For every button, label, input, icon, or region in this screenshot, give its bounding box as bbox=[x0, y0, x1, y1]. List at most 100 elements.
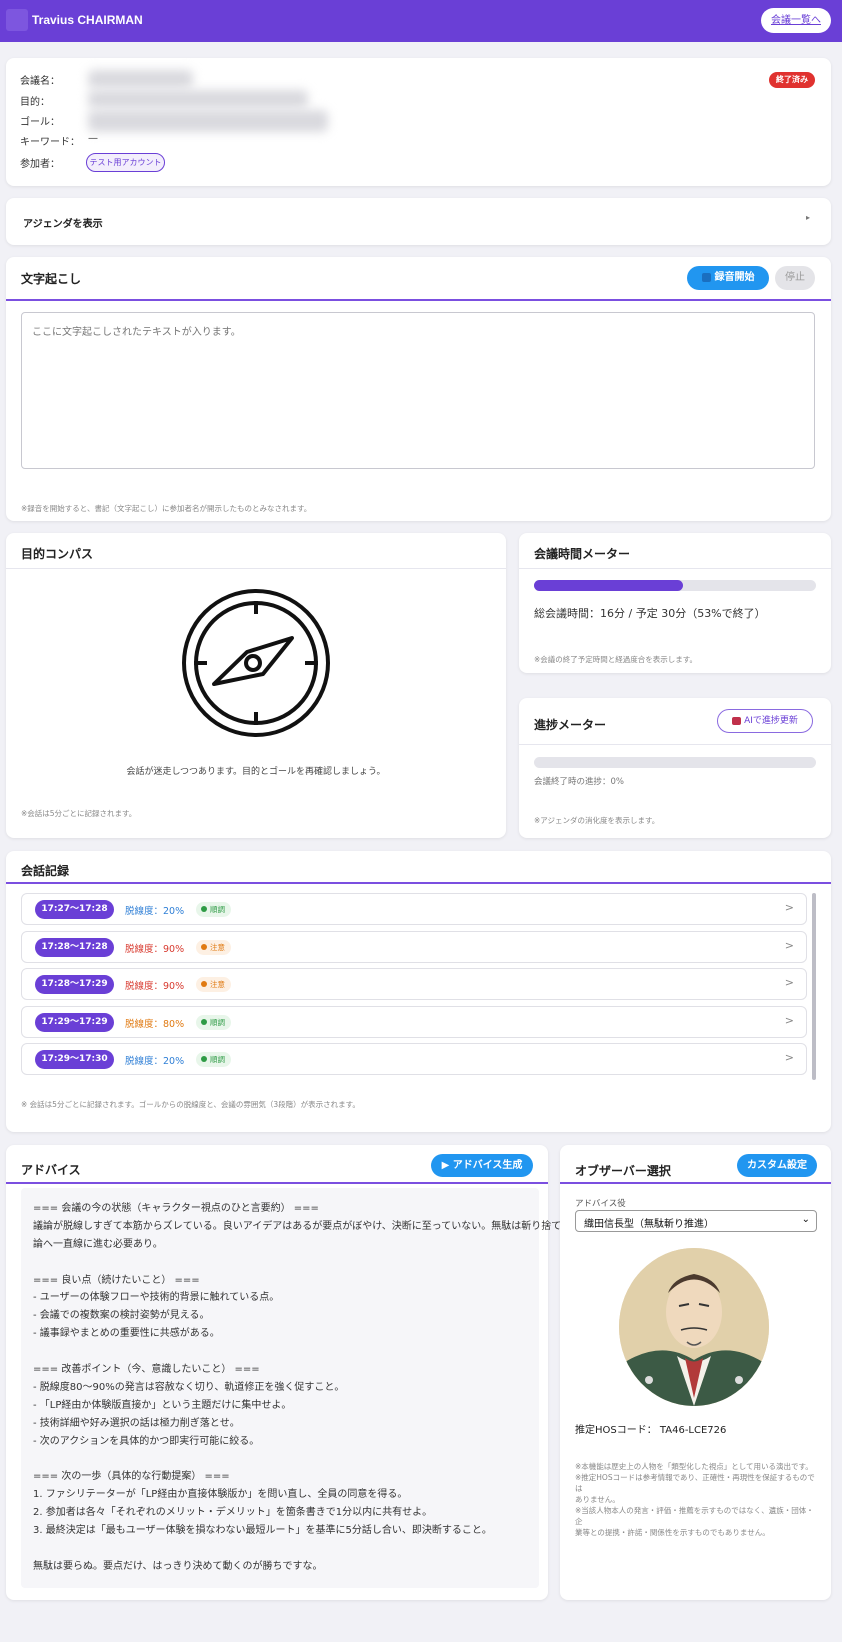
log-time-range: 17:29〜17:30 bbox=[35, 1050, 114, 1069]
compass-title: 目的コンパス bbox=[21, 547, 94, 561]
section-divider bbox=[560, 1182, 831, 1184]
progress-meter-note: ※アジェンダの消化度を表示します。 bbox=[534, 816, 660, 825]
redacted-goal bbox=[88, 110, 328, 132]
goal-label: ゴール： bbox=[20, 117, 60, 128]
observer-card: オブザーバー選択 カスタム設定 アドバイス役 織田信長型（無駄斬り推進） ⌄ 推… bbox=[560, 1145, 831, 1600]
log-time-range: 17:27〜17:28 bbox=[35, 900, 114, 919]
observer-disclaimer: ※本機能は歴史上の人物を「類型化した視点」として用いる演出です。 ※推定HOSコー… bbox=[575, 1461, 820, 1538]
log-row[interactable]: 17:29〜17:29 脱線度：80% 順調 > bbox=[21, 1005, 807, 1038]
advice-line bbox=[33, 1254, 527, 1272]
time-meter-card: 会議時間メーター 総会議時間：16分 / 予定 30分（53%で終了） ※会議の… bbox=[519, 533, 831, 673]
log-deviation: 脱線度：90% bbox=[125, 943, 185, 955]
generate-advice-button[interactable]: ▶ アドバイス生成 bbox=[431, 1154, 533, 1177]
log-time-range: 17:28〜17:28 bbox=[35, 937, 114, 957]
app-logo-icon bbox=[6, 9, 28, 31]
advice-line: 2. 参加者は各々「それぞれのメリット・デメリット」を箇条書きで1分以内に共有せ… bbox=[33, 1507, 433, 1519]
transcription-title: 文字起こし bbox=[21, 272, 82, 286]
observer-note-line: ありません。 bbox=[575, 1495, 620, 1504]
log-mood-badge: 順調 bbox=[196, 1052, 231, 1067]
advice-line: - 会議での複数案の検討姿勢が見える。 bbox=[33, 1310, 210, 1322]
log-deviation: 脱線度：90% bbox=[125, 981, 185, 992]
log-scrollbar[interactable] bbox=[812, 893, 816, 1080]
record-start-button[interactable]: 録音開始 bbox=[687, 266, 769, 290]
section-divider bbox=[519, 568, 831, 569]
advice-line: === 会議の今の状態（キャラクター視点のひと言要約） === bbox=[33, 1203, 319, 1214]
time-progress-bar bbox=[534, 580, 816, 591]
section-divider bbox=[6, 568, 506, 569]
observer-note-line: 業等との提携・許諾・関係性を示すものでもありません。 bbox=[575, 1528, 770, 1537]
ai-progress-update-button[interactable]: AIで進捗更新 bbox=[717, 709, 813, 733]
observer-note-line: ※本機能は歴史上の人物を「類型化した視点」として用いる演出です。 bbox=[575, 1462, 813, 1471]
purpose-label: 目的： bbox=[20, 97, 50, 108]
time-meter-note: ※会議の終了予定時間と経過度合を表示します。 bbox=[534, 655, 698, 664]
advice-line: 論へ一直線に進む必要あり。 bbox=[33, 1238, 163, 1250]
advice-role-label: アドバイス役 bbox=[575, 1199, 626, 1209]
purpose-compass-card: 目的コンパス 会話が迷走しつつあります。目的とゴールを再確認しましょう。 ※会話… bbox=[6, 533, 506, 838]
agenda-expand-icon: ▸ bbox=[806, 213, 811, 222]
time-meter-title: 会議時間メーター bbox=[534, 547, 631, 561]
compass-note: ※会話は5分ごとに記録されます。 bbox=[21, 809, 137, 818]
meeting-info-card: 会議名： 目的： ゴール： キーワード： 参加者： — テスト用アカウント 終了… bbox=[6, 58, 831, 186]
transcription-note: ※録音を開始すると、書記（文字起こし）に参加者名が開示したものとみなされます。 bbox=[21, 504, 312, 513]
advice-line: - 技術詳細や好み選択の話は極力削ぎ落とせ。 bbox=[33, 1417, 240, 1429]
log-time-range: 17:28〜17:29 bbox=[35, 975, 114, 994]
app-header: Travius CHAIRMAN 会議一覧へ bbox=[0, 0, 842, 42]
advice-title: アドバイス bbox=[21, 1163, 81, 1177]
agenda-label: アジェンダを表示 bbox=[23, 219, 103, 230]
stop-button[interactable]: 停止 bbox=[775, 266, 815, 290]
section-divider bbox=[6, 1182, 548, 1184]
keywords-label: キーワード： bbox=[20, 137, 80, 148]
chevron-right-icon: > bbox=[784, 1051, 794, 1064]
agenda-progress-bar bbox=[534, 757, 816, 768]
progress-meter-title: 進捗メーター bbox=[534, 718, 607, 732]
log-deviation: 脱線度：20% bbox=[125, 1056, 185, 1067]
meeting-name-label: 会議名： bbox=[20, 76, 60, 87]
redacted-purpose bbox=[88, 90, 308, 108]
advice-role-selected: 織田信長型（無駄斬り推進） bbox=[584, 1219, 714, 1230]
participant-chip: テスト用アカウント bbox=[86, 153, 165, 172]
back-to-list-button[interactable]: 会議一覧へ bbox=[761, 8, 831, 33]
participants-label: 参加者： bbox=[20, 159, 60, 170]
observer-note-line: ※当該人物本人の発言・評価・推薦を示すものではなく、遺族・団体・企 bbox=[575, 1506, 814, 1526]
record-start-label: 録音開始 bbox=[714, 272, 755, 283]
status-badge: 終了済み bbox=[769, 72, 815, 88]
log-mood-badge: 順調 bbox=[196, 1014, 231, 1030]
log-row[interactable]: 17:28〜17:29 脱線度：90% 注意 > bbox=[21, 968, 807, 1000]
observer-title: オブザーバー選択 bbox=[575, 1164, 671, 1178]
chevron-right-icon: > bbox=[784, 976, 794, 989]
transcription-textarea[interactable] bbox=[21, 312, 815, 469]
observer-note-line: ※推定HOSコードは参考情報であり、正確性・再現性を保証するものでは bbox=[575, 1473, 815, 1493]
microphone-icon bbox=[701, 272, 711, 282]
log-row[interactable]: 17:27〜17:28 脱線度：20% 順調 > bbox=[21, 893, 807, 925]
compass-icon bbox=[182, 589, 330, 737]
advice-line bbox=[33, 1540, 527, 1558]
estimated-hos-code: 推定HOSコード： TA46-LCE726 bbox=[575, 1425, 727, 1436]
log-mood-badge: 順調 bbox=[196, 902, 231, 917]
log-row[interactable]: 17:28〜17:28 脱線度：90% 注意 > bbox=[21, 930, 807, 963]
log-time-range: 17:29〜17:29 bbox=[35, 1012, 114, 1032]
chevron-down-icon: ⌄ bbox=[801, 1214, 810, 1225]
chevron-right-icon: > bbox=[784, 938, 794, 952]
advice-line: 1. ファシリテーターが「LP経由か直接体験版か」を問い直し、全員の同意を得る。 bbox=[33, 1489, 408, 1501]
section-divider bbox=[6, 882, 831, 884]
chevron-right-icon: > bbox=[784, 901, 794, 914]
log-row[interactable]: 17:29〜17:30 脱線度：20% 順調 > bbox=[21, 1043, 807, 1075]
section-divider bbox=[519, 744, 831, 745]
advice-line bbox=[33, 1450, 527, 1468]
conversation-log-card: 会話記録 17:27〜17:28 脱線度：20% 順調 >17:28〜17:28 脱線度… bbox=[6, 851, 831, 1132]
agenda-toggle[interactable]: アジェンダを表示 ▸ bbox=[6, 198, 831, 245]
advice-text-box: === 会議の今の状態（キャラクター視点のひと言要約） === 議論が脱線しすぎて… bbox=[21, 1188, 581, 1588]
advice-role-select[interactable]: 織田信長型（無駄斬り推進） ⌄ bbox=[575, 1210, 817, 1232]
custom-settings-button[interactable]: カスタム設定 bbox=[737, 1154, 817, 1177]
app-title: Travius CHAIRMAN bbox=[32, 13, 143, 27]
time-summary: 総会議時間：16分 / 予定 30分（53%で終了） bbox=[534, 607, 766, 620]
transcription-card: 文字起こし 録音開始 停止 ※録音を開始すると、書記（文字起こし）に参加者名が開… bbox=[6, 257, 831, 521]
advice-line: 無駄は要らぬ。要点だけ、はっきり決めて動くのが勝ちですな。 bbox=[33, 1560, 323, 1572]
log-deviation: 脱線度：20% bbox=[125, 906, 185, 917]
advice-line: === 良い点（続けたいこと） === bbox=[33, 1274, 200, 1286]
advice-card: アドバイス ▶ アドバイス生成 === 会議の今の状態（キャラクター視点のひと言… bbox=[6, 1145, 581, 1600]
log-mood-badge: 注意 bbox=[196, 977, 231, 992]
agenda-progress-status: 会議終了時の進捗：0% bbox=[534, 777, 624, 787]
advice-line bbox=[33, 1343, 527, 1361]
time-progress-fill bbox=[534, 580, 684, 591]
